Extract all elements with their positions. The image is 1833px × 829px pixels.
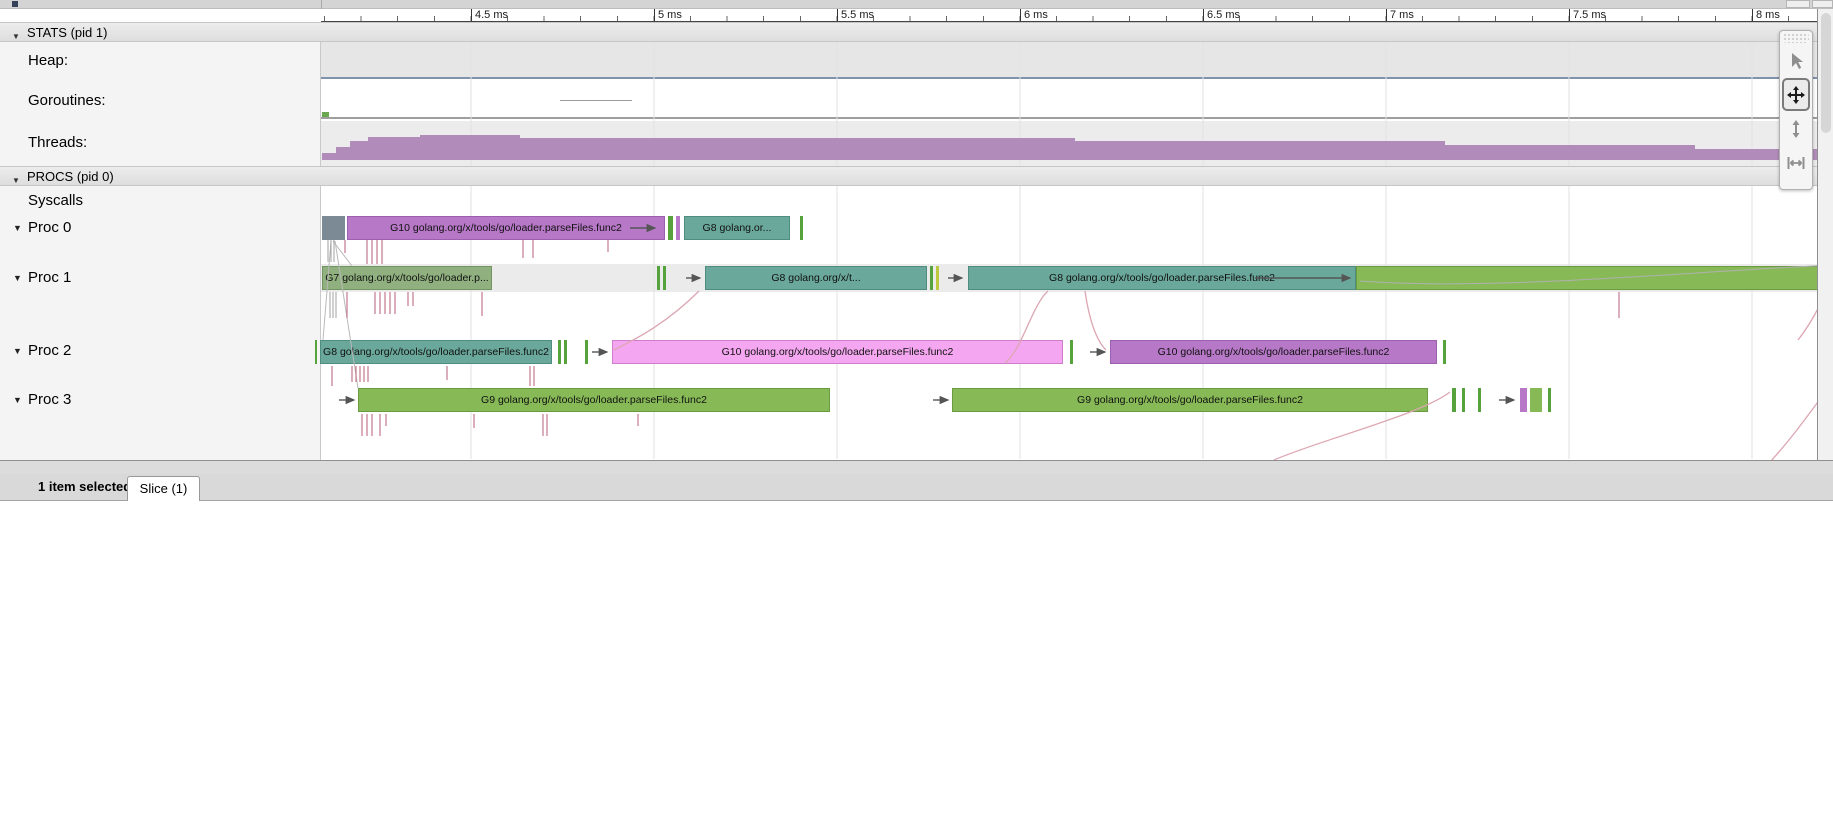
ruler-label: 6.5 ms <box>1207 9 1240 21</box>
slice-g8-parsefiles-long[interactable]: G8 golang.org/x/tools/go/loader.parseFil… <box>968 266 1356 290</box>
counter-label-goroutines: Goroutines: <box>28 92 106 109</box>
collapse-arrow-icon[interactable]: ▼ <box>13 395 22 405</box>
slice-sliver[interactable] <box>936 266 939 290</box>
track-label-proc0: Proc 0 <box>28 219 71 236</box>
major-tick <box>1569 9 1570 21</box>
divider <box>321 0 322 9</box>
major-tick <box>1203 9 1204 21</box>
collapse-arrow-icon[interactable]: ▼ <box>13 223 22 233</box>
slice-g10-parsefiles[interactable]: G10 golang.org/x/tools/go/loader.parseFi… <box>1110 340 1437 364</box>
ruler-label: 7 ms <box>1390 9 1414 21</box>
pan-tool-button[interactable] <box>1782 78 1810 111</box>
slice-unlabeled-green[interactable] <box>1356 266 1821 290</box>
slice-sliver[interactable] <box>676 216 680 240</box>
slice-sliver[interactable] <box>657 266 660 290</box>
slice-sliver[interactable] <box>1452 388 1456 412</box>
section-title: PROCS (pid 0) <box>27 168 114 186</box>
major-tick <box>471 9 472 21</box>
scroll-corner <box>1812 0 1833 8</box>
counter-label-heap: Heap: <box>28 52 68 69</box>
section-title: STATS (pid 1) <box>27 24 107 42</box>
goroutines-chart-line <box>321 117 1818 119</box>
slice-sliver[interactable] <box>1530 388 1542 412</box>
heap-chart-area <box>321 42 1818 77</box>
slice-g7-parsefiles[interactable]: G7 golang.org/x/tools/go/loader.p... <box>322 266 492 290</box>
ruler-label: 5 ms <box>658 9 682 21</box>
slice-sliver[interactable] <box>1478 388 1481 412</box>
slice-sliver[interactable] <box>663 266 666 290</box>
collapse-arrow-icon[interactable]: ▼ <box>12 172 20 190</box>
cursor-arrow-icon <box>1786 51 1806 71</box>
major-tick <box>654 9 655 21</box>
slice-sliver[interactable] <box>1548 388 1551 412</box>
scrollbar-thumb[interactable] <box>1821 13 1831 133</box>
slice-g9-parsefiles[interactable]: G9 golang.org/x/tools/go/loader.parseFil… <box>358 388 830 412</box>
ruler-label: 6 ms <box>1024 9 1048 21</box>
slice-sliver[interactable] <box>668 216 673 240</box>
time-ruler[interactable]: 4.5 ms 5 ms 5.5 ms 6 ms 6.5 ms 7 ms 7.5 … <box>0 9 1833 22</box>
slice-sliver[interactable] <box>315 340 317 364</box>
slice-sliver[interactable] <box>1462 388 1465 412</box>
section-header-procs[interactable]: ▼ PROCS (pid 0) <box>0 166 1833 186</box>
vertical-arrows-icon <box>1786 119 1806 139</box>
slice-sliver[interactable] <box>558 340 561 364</box>
slice-sliver[interactable] <box>1443 340 1446 364</box>
collapse-arrow-icon[interactable]: ▼ <box>12 28 20 46</box>
slice-thread-unnamed[interactable] <box>322 216 345 240</box>
panel-splitter[interactable] <box>0 460 1833 474</box>
ruler-label: 4.5 ms <box>475 9 508 21</box>
slice-sliver[interactable] <box>564 340 567 364</box>
collapse-arrow-icon[interactable]: ▼ <box>13 346 22 356</box>
tab-slice[interactable]: Slice (1) <box>127 476 200 501</box>
select-tool-button[interactable] <box>1782 44 1810 77</box>
ruler-label: 5.5 ms <box>841 9 874 21</box>
tool-palette <box>1779 30 1813 190</box>
counter-label-threads: Threads: <box>28 134 87 151</box>
slice-sliver[interactable] <box>1070 340 1073 364</box>
heap-chart-line <box>321 77 1818 79</box>
slice-g9-parsefiles[interactable]: G9 golang.org/x/tools/go/loader.parseFil… <box>952 388 1428 412</box>
timing-tool-button[interactable] <box>1782 146 1810 179</box>
vertical-zoom-tool-button[interactable] <box>1782 112 1810 145</box>
slice-g8-parsefiles[interactable]: G8 golang.org/x/tools/go/loader.parseFil… <box>320 340 552 364</box>
threads-chart-area <box>321 121 1818 166</box>
scroll-corner <box>1786 0 1810 8</box>
goroutines-chart-mark <box>322 112 329 117</box>
slice-sliver[interactable] <box>930 266 933 290</box>
major-tick <box>1020 9 1021 21</box>
scrollbar-thumb[interactable] <box>12 1 18 7</box>
section-header-stats[interactable]: ▼ STATS (pid 1) <box>0 22 1833 42</box>
ruler-label: 7.5 ms <box>1573 9 1606 21</box>
track-label-proc3: Proc 3 <box>28 391 71 408</box>
goroutines-chart-mark <box>560 100 632 101</box>
track-label-syscalls: Syscalls <box>28 192 83 209</box>
major-tick <box>1752 9 1753 21</box>
selection-tab-strip: 1 item selected: Slice (1) <box>0 474 1833 501</box>
slice-sliver[interactable] <box>585 340 588 364</box>
pan-move-icon <box>1786 85 1806 105</box>
ruler-label: 8 ms <box>1756 9 1780 21</box>
slice-details-panel: Title G10 golang.org/x/tools/go/loader.p… <box>0 501 1833 829</box>
slice-sliver[interactable] <box>800 216 803 240</box>
slice-sliver[interactable] <box>1520 388 1527 412</box>
drag-handle-icon[interactable] <box>1783 33 1809 43</box>
selection-status: 1 item selected: <box>38 479 136 494</box>
slice-g8-parsefiles[interactable]: G8 golang.org/x/t... <box>705 266 927 290</box>
horizontal-span-icon <box>1786 153 1806 173</box>
slice-g10-parsefiles-selected[interactable]: G10 golang.org/x/tools/go/loader.parseFi… <box>612 340 1063 364</box>
horizontal-scrollbar[interactable] <box>0 0 1833 9</box>
trace-viewer-window: 4.5 ms 5 ms 5.5 ms 6 ms 6.5 ms 7 ms 7.5 … <box>0 0 1833 829</box>
slice-g10-parsefiles[interactable]: G10 golang.org/x/tools/go/loader.parseFi… <box>347 216 665 240</box>
slice-g8-parsefiles[interactable]: G8 golang.or... <box>684 216 790 240</box>
major-tick <box>1386 9 1387 21</box>
vertical-scrollbar[interactable] <box>1817 9 1833 460</box>
major-tick <box>837 9 838 21</box>
collapse-arrow-icon[interactable]: ▼ <box>13 273 22 283</box>
track-label-proc1: Proc 1 <box>28 269 71 286</box>
track-label-proc2: Proc 2 <box>28 342 71 359</box>
